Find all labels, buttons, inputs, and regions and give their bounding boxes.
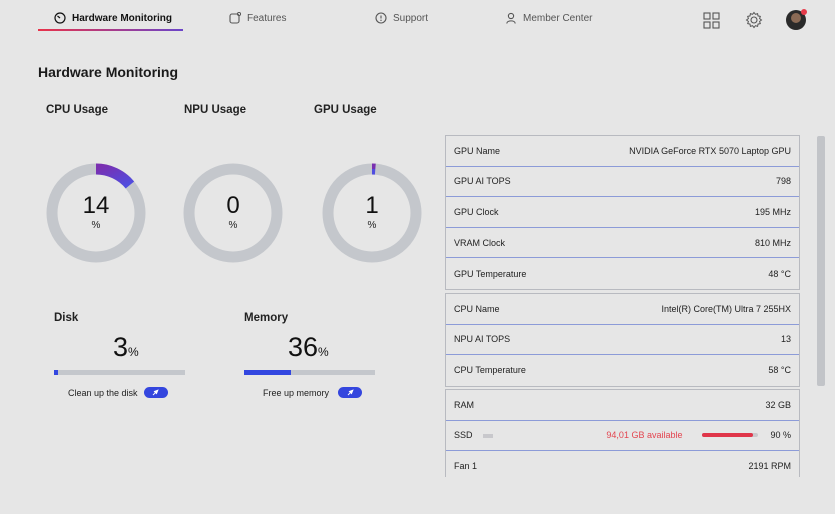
tab-label: Features [247,12,287,24]
row-key: CPU Name [454,303,500,314]
person-icon [506,12,516,24]
memory-bar [244,370,375,375]
row-value: 32 GB [765,399,791,410]
cpu-usage-label: CPU Usage [46,104,108,116]
rocket-icon [347,389,354,396]
ssd-row: SSD 94,01 GB available 90 % [446,421,799,452]
row-value: 2191 RPM [748,461,791,472]
tab-label: Member Center [523,12,593,24]
gpu-usage-unit: % [367,220,377,231]
tab-support[interactable]: Support [375,8,428,28]
cpu-usage-unit: % [91,220,101,231]
row-key: SSD [454,430,473,441]
grid-button[interactable] [701,10,721,30]
row-key: GPU Name [454,145,501,156]
gpu-ai-tops-row: GPU AI TOPS 798 [446,167,799,198]
cpu-temperature-row: CPU Temperature 58 °C [446,355,799,386]
npu-usage-value: 0 [226,192,240,219]
npu-ai-tops-row: NPU AI TOPS 13 [446,325,799,356]
free-up-memory-label: Free up memory [263,387,330,398]
ram-row: RAM 32 GB [446,390,799,421]
disk-bar [54,370,185,375]
cpu-usage-value: 14 [82,192,110,219]
disk-value-number: 3 [113,332,129,362]
row-key: RAM [454,399,474,410]
gpu-gauge: 1 % [319,160,425,266]
tab-label: Hardware Monitoring [72,12,173,24]
memory-value: 36% [288,332,329,363]
ssd-usage-fill [702,433,753,438]
cpu-gauge: 14 % [43,160,149,266]
npu-usage-label: NPU Usage [184,104,246,116]
avatar-face [791,13,801,23]
memory-label: Memory [244,312,289,324]
gpu-name-row: GPU Name NVIDIA GeForce RTX 5070 Laptop G… [446,136,799,167]
row-key: GPU AI TOPS [454,176,511,187]
cpu-info-panel: CPU Name Intel(R) Core(TM) Ultra 7 255HX … [445,293,800,387]
gpu-usage-label: GPU Usage [314,104,377,116]
features-icon [229,12,241,24]
row-key: GPU Temperature [454,268,527,279]
disk-bar-fill [54,370,58,375]
row-key: NPU AI TOPS [454,334,511,345]
clean-up-disk-label: Clean up the disk [68,387,138,398]
row-value: 195 MHz [754,206,791,217]
tab-member-center[interactable]: Member Center [505,8,592,28]
avatar[interactable] [786,9,807,30]
row-value: 13 [780,334,791,345]
gpu-clock-row: GPU Clock 195 MHz [446,197,799,228]
disk-value-unit: % [128,345,139,359]
cpu-name-row: CPU Name Intel(R) Core(TM) Ultra 7 255HX [446,294,799,325]
gpu-usage-value: 1 [365,192,379,219]
tab-hardware-monitoring[interactable]: Hardware Monitoring [54,8,172,28]
free-up-memory-button[interactable] [338,387,363,398]
gear-icon [745,11,763,29]
memory-action-row: Free up memory [263,387,363,398]
ssd-usage-value: 90 % [770,430,791,441]
row-value: 48 °C [768,268,791,279]
row-key: VRAM Clock [454,237,506,248]
rocket-icon [152,389,159,396]
disk-label: Disk [54,312,79,324]
row-value: 810 MHz [754,237,791,248]
page-title: Hardware Monitoring [38,64,179,80]
clean-up-disk-button[interactable] [143,387,168,398]
support-icon [375,12,387,24]
grid-icon [702,11,720,29]
system-info-panel: RAM 32 GB SSD 94,01 GB available 90 % Fan… [445,389,800,477]
row-value: 58 °C [768,365,791,376]
ssd-key: SSD [454,430,493,440]
memory-value-unit: % [318,345,329,359]
vram-clock-row: VRAM Clock 810 MHz [446,228,799,259]
row-key: GPU Clock [454,206,499,217]
tab-features[interactable]: Features [229,8,286,28]
cpu-gauge-arc [95,163,135,189]
active-tab-underline [38,29,183,31]
ssd-mini-bar [482,434,493,439]
row-value: Intel(R) Core(TM) Ultra 7 255HX [661,303,791,314]
tab-label: Support [393,12,429,24]
npu-usage-unit: % [228,220,238,231]
top-nav: Hardware Monitoring Features Support Mem… [0,0,835,36]
row-value: NVIDIA GeForce RTX 5070 Laptop GPU [629,145,791,156]
disk-value: 3% [113,332,139,363]
gpu-temperature-row: GPU Temperature 48 °C [446,258,799,289]
memory-bar-fill [244,370,292,375]
disk-action-row: Clean up the disk [68,387,168,398]
gauge-icon [54,12,66,24]
memory-value-number: 36 [288,332,319,362]
row-key: Fan 1 [454,461,478,472]
ssd-available: 94,01 GB available [606,430,683,441]
gpu-info-panel: GPU Name NVIDIA GeForce RTX 5070 Laptop G… [445,135,800,290]
fan-row: Fan 1 2191 RPM [446,451,799,477]
ssd-details: 94,01 GB available 90 % [606,430,791,440]
row-key: CPU Temperature [454,365,526,376]
row-value: 798 [775,176,791,187]
settings-button[interactable] [744,10,764,30]
scrollbar[interactable] [817,136,825,386]
npu-gauge: 0 % [180,160,286,266]
ssd-usage-bar [702,433,759,438]
